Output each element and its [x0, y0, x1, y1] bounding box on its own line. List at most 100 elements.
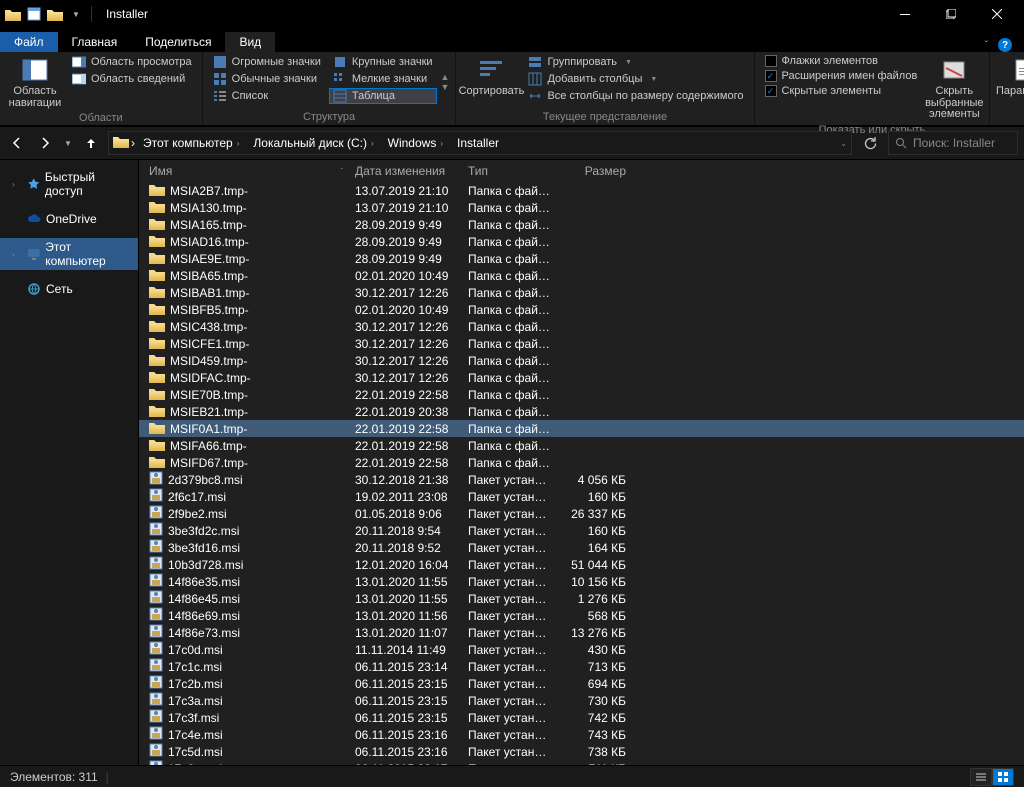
- up-button[interactable]: [80, 132, 102, 154]
- layout-small[interactable]: Мелкие значки: [329, 71, 437, 87]
- maximize-button[interactable]: [928, 0, 974, 28]
- file-size: 10 156 КБ: [557, 575, 632, 589]
- view-details-button[interactable]: [970, 768, 992, 786]
- table-row[interactable]: MSIF0A1.tmp-22.01.2019 22:58Папка с файл…: [139, 420, 1024, 437]
- table-row[interactable]: MSIBA65.tmp-02.01.2020 10:49Папка с файл…: [139, 267, 1024, 284]
- sort-button[interactable]: Сортировать: [462, 54, 520, 100]
- table-row[interactable]: MSIBAB1.tmp-30.12.2017 12:26Папка с файл…: [139, 284, 1024, 301]
- table-row[interactable]: MSIFD67.tmp-22.01.2019 22:58Папка с файл…: [139, 454, 1024, 471]
- checkbox-checked-icon: ✓: [765, 70, 777, 82]
- view-icons-button[interactable]: [992, 768, 1014, 786]
- layout-large[interactable]: Крупные значки: [329, 54, 437, 70]
- back-button[interactable]: [6, 132, 28, 154]
- table-row[interactable]: 14f86e35.msi13.01.2020 11:55Пакет устано…: [139, 573, 1024, 590]
- table-row[interactable]: 2f9be2.msi01.05.2018 9:06Пакет установщи…: [139, 505, 1024, 522]
- tree-onedrive[interactable]: OneDrive: [0, 210, 138, 228]
- table-row[interactable]: 17c3f.msi06.11.2015 23:15Пакет установщи…: [139, 709, 1024, 726]
- table-row[interactable]: 3be3fd16.msi20.11.2018 9:52Пакет установ…: [139, 539, 1024, 556]
- table-row[interactable]: 2f6c17.msi19.02.2011 23:08Пакет установщ…: [139, 488, 1024, 505]
- file-name: 17c0d.msi: [168, 643, 223, 657]
- table-row[interactable]: MSIAD16.tmp-28.09.2019 9:49Папка с файла…: [139, 233, 1024, 250]
- forward-button[interactable]: [34, 132, 56, 154]
- item-checkboxes-toggle[interactable]: Флажки элементов: [761, 54, 922, 68]
- file-type: Папка с файлами: [462, 269, 557, 283]
- table-row[interactable]: MSIAE9E.tmp-28.09.2019 9:49Папка с файла…: [139, 250, 1024, 267]
- file-date: 11.11.2014 11:49: [349, 643, 462, 657]
- details-pane-button[interactable]: Область сведений: [68, 71, 196, 87]
- table-row[interactable]: 10b3d728.msi12.01.2020 16:04Пакет устано…: [139, 556, 1024, 573]
- col-size[interactable]: Размер: [557, 164, 632, 178]
- autosize-columns-button[interactable]: Все столбцы по размеру содержимого: [524, 88, 747, 104]
- file-list: Имяˇ Дата изменения Тип Размер MSIA2B7.t…: [139, 160, 1024, 783]
- table-row[interactable]: 14f86e45.msi13.01.2020 11:55Пакет устано…: [139, 590, 1024, 607]
- table-row[interactable]: 17c2b.msi06.11.2015 23:15Пакет установщи…: [139, 675, 1024, 692]
- hidden-items-toggle[interactable]: ✓Скрытые элементы: [761, 84, 922, 98]
- nav-pane-button[interactable]: Область навигации: [6, 54, 64, 111]
- table-row[interactable]: MSIA2B7.tmp-13.07.2019 21:10Папка с файл…: [139, 182, 1024, 199]
- crumb-installer[interactable]: Installer: [451, 136, 505, 150]
- table-row[interactable]: MSIDFAC.tmp-30.12.2017 12:26Папка с файл…: [139, 369, 1024, 386]
- table-row[interactable]: 17c5d.msi06.11.2015 23:16Пакет установщи…: [139, 743, 1024, 760]
- layout-medium[interactable]: Обычные значки: [209, 71, 325, 87]
- file-type: Пакет установщи...: [462, 728, 557, 742]
- table-row[interactable]: 17c4e.msi06.11.2015 23:16Пакет установщи…: [139, 726, 1024, 743]
- crumb-thispc[interactable]: Этот компьютер›: [137, 136, 245, 150]
- layout-details[interactable]: Таблица: [329, 88, 437, 104]
- crumb-windows[interactable]: Windows›: [382, 136, 449, 150]
- col-type[interactable]: Тип: [462, 164, 557, 178]
- table-row[interactable]: 17c0d.msi11.11.2014 11:49Пакет установщи…: [139, 641, 1024, 658]
- table-row[interactable]: 17c3a.msi06.11.2015 23:15Пакет установщи…: [139, 692, 1024, 709]
- table-row[interactable]: MSICFE1.tmp-30.12.2017 12:26Папка с файл…: [139, 335, 1024, 352]
- table-row[interactable]: 17c1c.msi06.11.2015 23:14Пакет установщи…: [139, 658, 1024, 675]
- hide-selected-button[interactable]: Скрыть выбранные элементы: [925, 54, 983, 123]
- table-row[interactable]: MSIFA66.tmp-22.01.2019 22:58Папка с файл…: [139, 437, 1024, 454]
- tree-network[interactable]: Сеть: [0, 280, 138, 298]
- file-size: 13 276 КБ: [557, 626, 632, 640]
- extensions-toggle[interactable]: ✓Расширения имен файлов: [761, 69, 922, 83]
- table-row[interactable]: MSIBFB5.tmp-02.01.2020 10:49Папка с файл…: [139, 301, 1024, 318]
- file-date: 13.01.2020 11:55: [349, 575, 462, 589]
- chevron-right-icon[interactable]: ›: [131, 136, 135, 150]
- ribbon-collapse-icon[interactable]: ˇ: [985, 40, 988, 51]
- file-name: 14f86e73.msi: [168, 626, 240, 640]
- group-by-button[interactable]: Группировать▼: [524, 54, 747, 70]
- table-row[interactable]: MSIC438.tmp-30.12.2017 12:26Папка с файл…: [139, 318, 1024, 335]
- folder-icon: [149, 251, 165, 267]
- table-row[interactable]: MSIA165.tmp-28.09.2019 9:49Папка с файла…: [139, 216, 1024, 233]
- tab-share[interactable]: Поделиться: [131, 32, 225, 52]
- search-input[interactable]: Поиск: Installer: [888, 131, 1018, 155]
- breadcrumb[interactable]: › Этот компьютер› Локальный диск (C:)› W…: [108, 131, 852, 155]
- refresh-button[interactable]: [858, 132, 882, 154]
- tree-quick-access[interactable]: ›Быстрый доступ: [0, 168, 138, 200]
- col-date[interactable]: Дата изменения: [349, 164, 462, 178]
- col-name[interactable]: Имяˇ: [139, 164, 349, 178]
- msi-icon: [149, 471, 163, 488]
- table-row[interactable]: MSIA130.tmp-13.07.2019 21:10Папка с файл…: [139, 199, 1024, 216]
- tree-thispc[interactable]: ›Этот компьютер: [0, 238, 138, 270]
- layout-huge[interactable]: Огромные значки: [209, 54, 325, 70]
- file-size: 730 КБ: [557, 694, 632, 708]
- table-row[interactable]: 2d379bc8.msi30.12.2018 21:38Пакет устано…: [139, 471, 1024, 488]
- table-row[interactable]: 14f86e73.msi13.01.2020 11:07Пакет устано…: [139, 624, 1024, 641]
- minimize-button[interactable]: [882, 0, 928, 28]
- table-row[interactable]: 3be3fd2c.msi20.11.2018 9:54Пакет установ…: [139, 522, 1024, 539]
- table-row[interactable]: MSIEB21.tmp-22.01.2019 20:38Папка с файл…: [139, 403, 1024, 420]
- qat-newfolder-icon[interactable]: [46, 5, 64, 23]
- address-dropdown-icon[interactable]: ⌄: [840, 139, 847, 148]
- qat-dropdown-icon[interactable]: ▼: [67, 5, 85, 23]
- options-button[interactable]: Параметры: [996, 54, 1024, 100]
- recent-dropdown[interactable]: ▼: [62, 132, 74, 154]
- layout-list[interactable]: Список: [209, 88, 325, 104]
- add-columns-button[interactable]: Добавить столбцы▼: [524, 71, 747, 87]
- tab-home[interactable]: Главная: [58, 32, 132, 52]
- table-row[interactable]: 14f86e69.msi13.01.2020 11:56Пакет устано…: [139, 607, 1024, 624]
- table-row[interactable]: MSIE70B.tmp-22.01.2019 22:58Папка с файл…: [139, 386, 1024, 403]
- tab-file[interactable]: Файл: [0, 32, 58, 52]
- close-button[interactable]: [974, 0, 1020, 28]
- tab-view[interactable]: Вид: [225, 32, 275, 52]
- crumb-drive[interactable]: Локальный диск (C:)›: [247, 136, 379, 150]
- qat-properties-icon[interactable]: [25, 5, 43, 23]
- preview-pane-button[interactable]: Область просмотра: [68, 54, 196, 70]
- help-icon[interactable]: ?: [998, 38, 1012, 52]
- table-row[interactable]: MSID459.tmp-30.12.2017 12:26Папка с файл…: [139, 352, 1024, 369]
